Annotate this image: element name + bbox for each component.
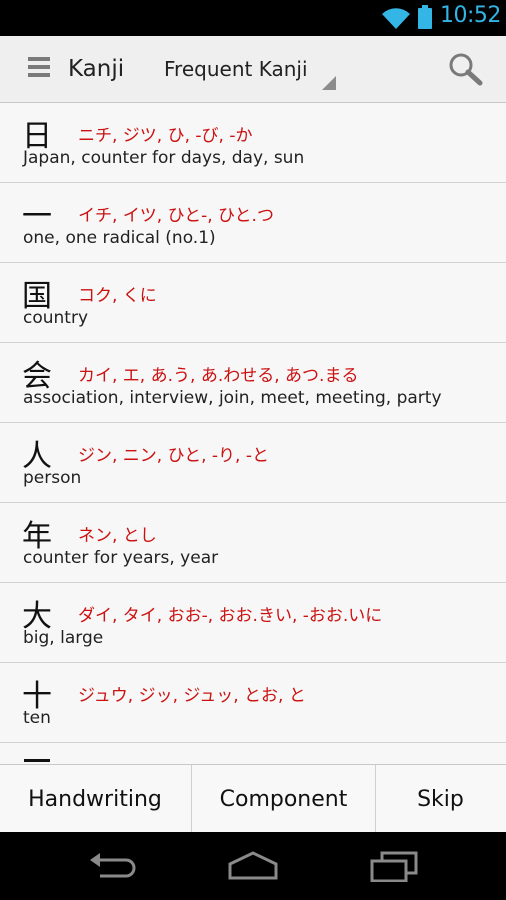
kanji-readings: ダイ, タイ, おお-, おお.きい, -おお.いに <box>78 606 383 626</box>
menu-icon[interactable] <box>28 57 52 81</box>
kanji-meaning: big, large <box>23 628 104 648</box>
kanji-meaning: counter for years, year <box>23 548 219 568</box>
battery-icon <box>418 5 432 29</box>
list-item[interactable]: 年 ネン, とし counter for years, year <box>0 503 506 583</box>
list-item[interactable]: 会 カイ, エ, あ.う, あ.わせる, あつ.まる association, … <box>0 343 506 423</box>
list-item[interactable]: 人 ジン, ニン, ひと, -り, -と person <box>0 423 506 503</box>
kanji-readings: ニチ, ジツ, ひ, -び, -か <box>78 126 253 146</box>
kanji-meaning: ten <box>23 708 51 728</box>
kanji-list[interactable]: 日 ニチ, ジツ, ひ, -び, -か Japan, counter for d… <box>0 103 506 764</box>
bottom-button-bar: Handwriting Component Skip <box>0 764 506 833</box>
kanji-meaning: country <box>23 308 89 328</box>
kanji-readings: ジン, ニン, ひと, -り, -と <box>78 446 269 466</box>
kanji-readings: イチ, イツ, ひと-, ひと.つ <box>78 206 274 226</box>
component-button[interactable]: Component <box>191 765 376 833</box>
skip-button[interactable]: Skip <box>375 765 506 833</box>
list-item[interactable]: 日 ニチ, ジツ, ひ, -び, -か Japan, counter for d… <box>0 103 506 183</box>
list-item[interactable]: 一 イチ, イツ, ひと-, ひと.つ one, one radical (no… <box>0 183 506 263</box>
kanji-readings: ネン, とし <box>78 526 157 546</box>
status-time: 10:52 <box>440 3 501 28</box>
list-item[interactable]: 国 コク, くに country <box>0 263 506 343</box>
kanji-meaning: one, one radical (no.1) <box>23 228 216 248</box>
dropdown-arrow-icon <box>322 76 336 90</box>
search-icon[interactable] <box>446 52 486 86</box>
category-spinner[interactable]: Frequent Kanji <box>152 44 340 96</box>
kanji-meaning: person <box>23 468 82 488</box>
kanji-readings: ジュウ, ジッ, ジュッ, とお, と <box>78 686 306 706</box>
list-item[interactable]: 大 ダイ, タイ, おお-, おお.きい, -おお.いに big, large <box>0 583 506 663</box>
navigation-bar <box>0 832 506 900</box>
home-icon[interactable] <box>226 850 280 882</box>
status-bar: 10:52 <box>0 0 506 36</box>
recent-apps-icon[interactable] <box>368 850 420 882</box>
kanji-meaning: association, interview, join, meet, meet… <box>23 388 442 408</box>
spinner-selected-value: Frequent Kanji <box>164 57 308 81</box>
back-icon[interactable] <box>86 850 138 882</box>
kanji-readings: コク, くに <box>78 286 157 306</box>
kanji-readings: カイ, エ, あ.う, あ.わせる, あつ.まる <box>78 366 359 386</box>
list-item-partial[interactable] <box>0 743 506 764</box>
list-item[interactable]: 十 ジュウ, ジッ, ジュッ, とお, と ten <box>0 663 506 743</box>
handwriting-button[interactable]: Handwriting <box>0 765 190 833</box>
kanji-meaning: Japan, counter for days, day, sun <box>23 148 305 168</box>
action-bar: Kanji Frequent Kanji <box>0 36 506 103</box>
app-title[interactable]: Kanji <box>68 56 124 82</box>
wifi-icon <box>382 8 410 29</box>
